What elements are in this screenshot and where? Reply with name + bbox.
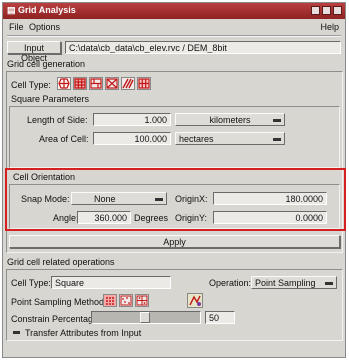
point-sampling-label: Point Sampling Method:: [11, 297, 107, 307]
operation-value: Point Sampling: [255, 278, 316, 288]
grid-analysis-window: ▤ Grid Analysis File Options Help Input …: [2, 2, 346, 358]
origin-x-input[interactable]: 180.0000: [213, 192, 327, 205]
angle-label: Angle:: [53, 213, 79, 223]
minimize-button[interactable]: [311, 6, 320, 15]
close-button[interactable]: [333, 6, 342, 15]
constrain-percentage-label: Constrain Percentage: [11, 314, 99, 324]
length-of-side-label: Length of Side:: [27, 115, 88, 125]
sampling-run-icon[interactable]: [187, 293, 203, 308]
window-title-text: Grid Analysis: [18, 5, 76, 15]
diagonal-grid-icon[interactable]: [121, 77, 135, 90]
grid-generation-header: Grid cell generation: [7, 59, 86, 69]
menu-file[interactable]: File: [9, 22, 24, 32]
title-bar: ▤ Grid Analysis: [3, 3, 345, 19]
dropdown-indicator-icon: [155, 198, 163, 201]
snap-mode-dropdown[interactable]: None: [71, 192, 167, 205]
angle-unit-label: Degrees: [134, 213, 169, 223]
related-operations-header: Grid cell related operations: [7, 257, 115, 267]
square-grid-icon[interactable]: [73, 77, 87, 90]
area-unit-value: hectares: [179, 134, 214, 144]
stratified-dots-icon[interactable]: [135, 294, 149, 307]
related-cell-type-field: Square: [51, 276, 171, 289]
origin-x-label: OriginX:: [175, 194, 208, 204]
dropdown-indicator-icon: [325, 282, 333, 285]
operation-label: Operation:: [209, 278, 252, 288]
constrain-percentage-input[interactable]: 50: [205, 311, 235, 324]
menu-bar: File Options Help: [3, 21, 345, 35]
origin-y-label: OriginY:: [175, 213, 208, 223]
app-menu-icon[interactable]: ▤: [7, 5, 16, 15]
snap-mode-label: Snap Mode:: [21, 194, 70, 204]
snap-mode-value: None: [94, 194, 116, 204]
slider-thumb[interactable]: [140, 312, 150, 323]
menu-separator: [7, 35, 341, 37]
grid-dots-icon[interactable]: [103, 294, 117, 307]
transfer-attributes-label: Transfer Attributes from Input: [25, 328, 142, 338]
transfer-attributes-checkbox[interactable]: [13, 331, 20, 334]
related-cell-type-label: Cell Type:: [11, 278, 51, 288]
hexagon-grid-icon[interactable]: [57, 77, 71, 90]
area-of-cell-label: Area of Cell:: [39, 134, 89, 144]
area-unit-dropdown[interactable]: hectares: [175, 132, 285, 145]
dropdown-indicator-icon: [273, 119, 281, 122]
cell-type-label: Cell Type:: [11, 80, 51, 90]
length-unit-value: kilometers: [209, 115, 251, 125]
menu-options[interactable]: Options: [29, 22, 60, 32]
rectangle-grid-icon[interactable]: [89, 77, 103, 90]
diamond-grid-icon[interactable]: [137, 77, 151, 90]
menu-help[interactable]: Help: [320, 22, 339, 32]
input-object-path: C:\data\cb_data\cb_elev.rvc / DEM_8bit: [65, 41, 341, 54]
length-of-side-input[interactable]: 1.000: [93, 113, 171, 126]
constrain-percentage-slider[interactable]: [91, 311, 201, 324]
length-unit-dropdown[interactable]: kilometers: [175, 113, 285, 126]
triangle-grid-icon[interactable]: [105, 77, 119, 90]
input-object-button[interactable]: Input Object: [7, 41, 61, 63]
maximize-button[interactable]: [322, 6, 331, 15]
cell-orientation-header: Cell Orientation: [13, 172, 76, 182]
origin-y-input[interactable]: 0.0000: [213, 211, 327, 224]
dropdown-indicator-icon: [273, 138, 281, 141]
random-dots-icon[interactable]: [119, 294, 133, 307]
operation-dropdown[interactable]: Point Sampling: [251, 276, 337, 289]
area-of-cell-input[interactable]: 100.000: [93, 132, 171, 145]
apply-button[interactable]: Apply: [9, 235, 340, 248]
square-parameters-header: Square Parameters: [11, 94, 90, 104]
angle-input[interactable]: 360.000: [77, 211, 131, 224]
window-title: ▤ Grid Analysis: [7, 5, 76, 16]
